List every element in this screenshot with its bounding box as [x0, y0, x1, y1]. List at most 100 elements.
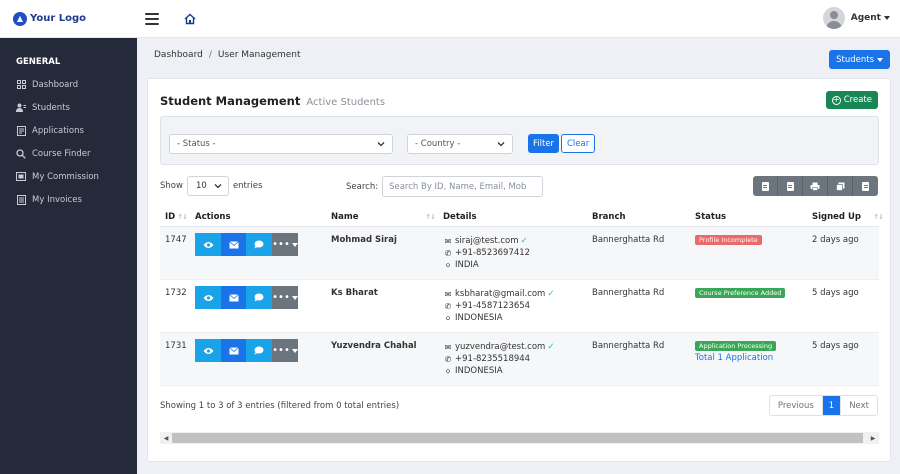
action-button-group: •••: [195, 233, 298, 256]
detail-phone: +91-4587123654: [455, 301, 531, 311]
table-info: Showing 1 to 3 of 3 entries (filtered fr…: [160, 401, 400, 411]
phone-icon: ✆: [444, 354, 452, 364]
email-button[interactable]: [221, 286, 246, 309]
table-row: 1731 ••• Yuzvendra Chahal ✉ yuzvendra@tes…: [160, 333, 879, 386]
horizontal-scrollbar[interactable]: ◀ ▶: [160, 432, 879, 444]
breadcrumb-separator: /: [208, 50, 212, 60]
caret-down-icon: [291, 242, 298, 247]
ellipsis-icon: •••: [272, 345, 290, 356]
grid-icon: [16, 80, 26, 90]
column-header-signed-up[interactable]: Signed Up ↑↓: [812, 212, 884, 222]
entries-select-value: 10: [195, 181, 207, 191]
sidebar-item-label: Dashboard: [32, 79, 79, 90]
filter-button[interactable]: Filter: [528, 134, 560, 153]
sidebar-item-label: Applications: [32, 125, 84, 136]
copy-icon[interactable]: [828, 176, 853, 196]
view-button[interactable]: [195, 286, 221, 309]
next-page-button[interactable]: Next: [840, 396, 877, 415]
eye-icon: [203, 241, 213, 248]
view-button[interactable]: [195, 339, 221, 362]
column-header-name[interactable]: Name ↑↓: [331, 212, 443, 222]
create-button[interactable]: + Create: [825, 91, 878, 109]
eye-icon: [203, 347, 213, 354]
home-icon[interactable]: [184, 13, 196, 25]
clear-button[interactable]: Clear: [561, 134, 596, 153]
column-header-id[interactable]: ID ↑↓: [160, 212, 195, 222]
logo[interactable]: ▲ Your Logo: [13, 11, 133, 26]
status-badge: Application Processing: [695, 341, 777, 351]
detail-country: INDONESIA: [455, 366, 503, 376]
cell-actions: •••: [195, 227, 331, 279]
detail-country: INDONESIA: [455, 313, 503, 323]
globe-icon: ⚪: [444, 366, 452, 376]
status-badge: Course Preference Added: [695, 288, 786, 298]
sidebar-item-applications[interactable]: Applications: [0, 119, 137, 142]
more-actions-button[interactable]: •••: [272, 286, 298, 309]
sidebar-item-my-invoices[interactable]: My Invoices: [0, 188, 137, 211]
scroll-left-icon[interactable]: ◀: [160, 432, 172, 444]
cell-branch: Bannerghatta Rd: [592, 235, 665, 245]
view-button[interactable]: [195, 233, 221, 256]
chevron-down-icon: [377, 140, 385, 151]
user-name: Agent: [850, 13, 881, 23]
pdf-export-icon[interactable]: [778, 176, 803, 196]
scrollbar-thumb[interactable]: [172, 433, 863, 443]
caret-down-icon: [877, 57, 883, 62]
more-actions-button[interactable]: •••: [272, 233, 298, 256]
document-icon: [16, 125, 26, 136]
sidebar-item-my-commission[interactable]: My Commission: [0, 165, 137, 188]
sidebar-item-label: Students: [32, 102, 70, 113]
breadcrumb-dashboard[interactable]: Dashboard: [154, 50, 203, 60]
sort-icon: ↑↓: [177, 212, 188, 221]
print-icon[interactable]: [803, 176, 828, 196]
previous-page-button[interactable]: Previous: [770, 396, 823, 415]
menu-toggle-icon[interactable]: [145, 12, 159, 25]
show-label: Show: [160, 181, 183, 191]
csv-export-icon[interactable]: [753, 176, 778, 196]
top-header: ▲ Your Logo Agent: [0, 0, 900, 38]
sidebar: GENERAL Dashboard Students Applications …: [0, 38, 137, 474]
search-label: Search:: [346, 181, 379, 192]
excel-export-icon[interactable]: [853, 176, 878, 196]
detail-email: siraj@test.com: [455, 236, 519, 246]
table-header: ID ↑↓ Actions Name ↑↓ Details Branch Statu…: [160, 207, 884, 227]
card-subtitle: Active Students: [306, 97, 386, 108]
country-select[interactable]: - Country -: [407, 134, 513, 154]
detail-phone: +91-8523697412: [455, 248, 531, 258]
sidebar-item-label: Course Finder: [32, 148, 91, 159]
sidebar-item-course-finder[interactable]: Course Finder: [0, 142, 137, 165]
students-table: ID ↑↓ Actions Name ↑↓ Details Branch Statu…: [160, 207, 884, 386]
page-button-1[interactable]: 1: [822, 396, 841, 415]
table-row: 1747 ••• Mohmad Siraj ✉ siraj@test.com ✓ ✆…: [160, 227, 879, 280]
total-applications-link[interactable]: Total 1 Application: [695, 353, 812, 363]
chat-button[interactable]: [246, 233, 272, 256]
sort-icon: ↑↓: [873, 212, 884, 221]
email-button[interactable]: [221, 233, 246, 256]
cell-signed-up: 2 days ago: [812, 235, 859, 245]
country-select-value: - Country -: [415, 139, 461, 149]
caret-down-icon: [291, 348, 298, 353]
scroll-right-icon[interactable]: ▶: [867, 432, 879, 444]
users-icon: [16, 103, 26, 113]
envelope-icon: [228, 240, 239, 248]
user-menu[interactable]: Agent: [822, 7, 890, 29]
plus-circle-icon: +: [831, 95, 841, 105]
chat-button[interactable]: [246, 286, 272, 309]
verified-check-icon: ✓: [547, 289, 555, 299]
table-search: Search:: [346, 176, 544, 197]
status-select[interactable]: - Status -: [169, 134, 393, 154]
sidebar-item-dashboard[interactable]: Dashboard: [0, 73, 137, 96]
column-header-branch: Branch: [592, 212, 695, 222]
entries-label: entries: [232, 181, 263, 191]
chat-button[interactable]: [246, 339, 272, 362]
entries-select[interactable]: 10: [186, 176, 229, 196]
sort-icon: ↑↓: [425, 212, 436, 221]
cell-branch: Bannerghatta Rd: [592, 341, 665, 351]
search-input[interactable]: [382, 176, 544, 197]
sidebar-item-students[interactable]: Students: [0, 96, 137, 119]
card-title-text: Student Management: [160, 94, 301, 108]
email-button[interactable]: [221, 339, 246, 362]
students-dropdown-button[interactable]: Students: [829, 50, 890, 69]
more-actions-button[interactable]: •••: [272, 339, 298, 362]
detail-email: ksbharat@gmail.com: [455, 289, 546, 299]
